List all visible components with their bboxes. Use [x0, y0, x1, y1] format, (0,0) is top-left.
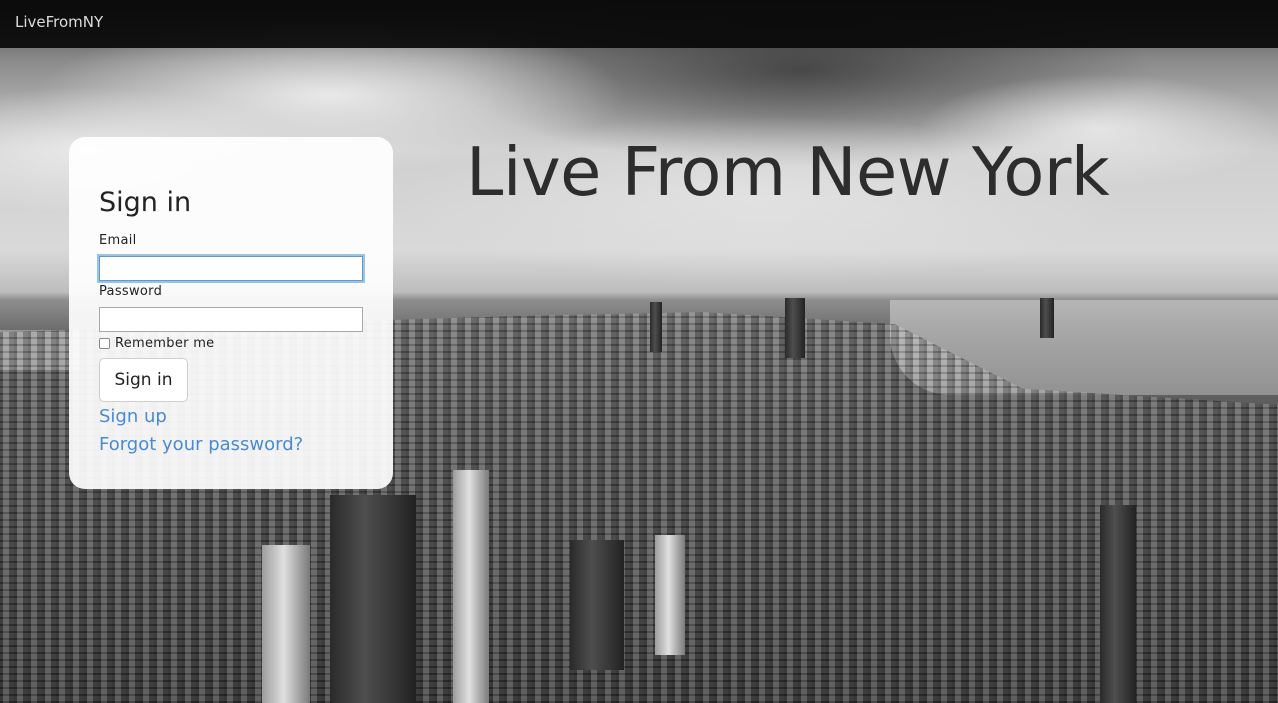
page: LiveFromNY Live From New York Sign in Em… [0, 0, 1278, 703]
hero-title: Live From New York [466, 133, 1110, 211]
password-label: Password [99, 284, 163, 299]
remember-me-label: Remember me [115, 335, 215, 351]
password-field[interactable] [99, 307, 363, 332]
email-label: Email [99, 233, 137, 248]
background-building [650, 302, 662, 352]
background-building [453, 470, 489, 703]
background-building [785, 298, 805, 358]
background-building [330, 495, 416, 703]
remember-me-checkbox[interactable] [99, 337, 110, 349]
background-building [262, 545, 310, 703]
remember-me[interactable]: Remember me [99, 335, 214, 351]
signin-card: Sign in Email Password Remember me Sign … [69, 137, 393, 489]
background-building [1100, 505, 1136, 703]
background-building [655, 535, 685, 655]
signin-heading: Sign in [99, 187, 192, 218]
brand-link[interactable]: LiveFromNY [15, 13, 103, 31]
signin-button[interactable]: Sign in [99, 358, 188, 402]
background-building [570, 540, 624, 670]
background-building [1040, 298, 1054, 338]
signup-link[interactable]: Sign up [99, 406, 167, 427]
email-field[interactable] [99, 256, 363, 281]
forgot-password-link[interactable]: Forgot your password? [99, 434, 303, 455]
navbar: LiveFromNY [0, 0, 1278, 48]
